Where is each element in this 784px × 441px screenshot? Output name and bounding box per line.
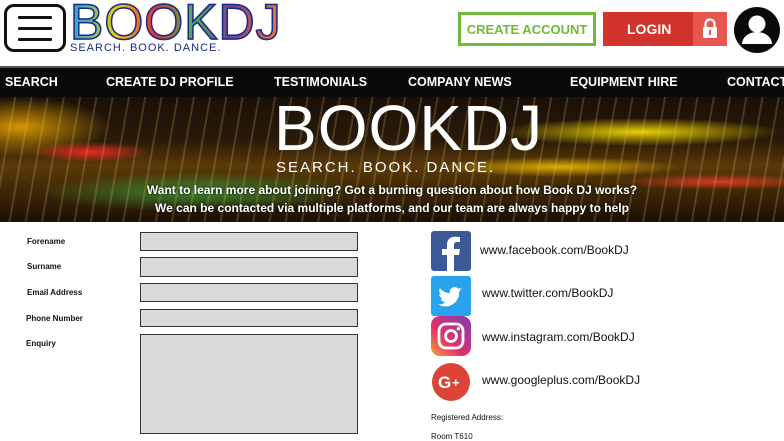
hero-logo: BOOKDJ SEARCH. BOOK. DANCE. <box>274 97 542 177</box>
create-account-label: CREATE ACCOUNT <box>466 21 588 37</box>
create-account-button[interactable]: CREATE ACCOUNT <box>458 12 596 46</box>
hero-line-2: We can be contacted via multiple platfor… <box>155 201 629 215</box>
hamburger-menu-button[interactable] <box>4 4 66 52</box>
enquiry-textarea[interactable] <box>140 334 358 434</box>
svg-text:G: G <box>438 373 451 392</box>
login-label: LOGIN <box>627 21 672 37</box>
site-logo[interactable]: BOOKDJ SEARCH. BOOK. DANCE. <box>69 0 281 56</box>
email-address-label: Email Address <box>27 288 83 297</box>
hero-banner: BOOKDJ SEARCH. BOOK. DANCE. Want to lear… <box>0 97 784 222</box>
enquiry-label: Enquiry <box>26 339 56 348</box>
address-line-1: Room T610 <box>431 432 473 441</box>
twitter-link[interactable]: www.twitter.com/BookDJ <box>482 286 613 300</box>
nav-item-company-news[interactable]: COMPANY NEWS <box>408 75 512 89</box>
hamburger-line <box>18 27 52 30</box>
nav-item-search[interactable]: SEARCH <box>5 75 58 89</box>
registered-address-heading: Registered Address: <box>431 413 504 422</box>
surname-field[interactable] <box>140 257 358 277</box>
phone-number-field[interactable] <box>140 309 358 327</box>
nav-item-equipment-hire[interactable]: EQUIPMENT HIRE <box>570 75 678 89</box>
hamburger-line <box>18 38 52 41</box>
phone-number-label: Phone Number <box>26 314 83 323</box>
twitter-icon[interactable] <box>431 276 471 316</box>
instagram-icon[interactable] <box>431 316 471 356</box>
top-bar: BOOKDJ SEARCH. BOOK. DANCE. CREATE ACCOU… <box>0 0 784 66</box>
googleplus-icon[interactable]: G + <box>431 362 471 402</box>
hamburger-line <box>18 16 52 19</box>
user-account-icon[interactable] <box>733 6 781 54</box>
nav-item-contact[interactable]: CONTACT <box>727 75 784 89</box>
main-navigation: SEARCH CREATE DJ PROFILE TESTIMONIALS CO… <box>0 66 784 97</box>
forename-label: Forename <box>27 237 66 246</box>
hero-message: Want to learn more about joining? Got a … <box>0 181 784 217</box>
email-address-field[interactable] <box>140 283 358 302</box>
login-button[interactable]: LOGIN <box>603 12 727 46</box>
facebook-icon[interactable] <box>431 231 471 271</box>
lock-icon <box>693 12 727 46</box>
facebook-link[interactable]: www.facebook.com/BookDJ <box>480 243 629 257</box>
googleplus-link[interactable]: www.googleplus.com/BookDJ <box>482 373 640 387</box>
logo-tagline: SEARCH. BOOK. DANCE. <box>70 42 222 54</box>
nav-item-create-dj-profile[interactable]: CREATE DJ PROFILE <box>106 75 234 89</box>
nav-item-testimonials[interactable]: TESTIMONIALS <box>274 75 367 89</box>
surname-label: Surname <box>27 262 62 271</box>
hero-logo-text: BOOKDJ <box>274 97 544 164</box>
hero-logo-tagline: SEARCH. BOOK. DANCE. <box>276 159 496 176</box>
hero-line-1: Want to learn more about joining? Got a … <box>146 183 638 197</box>
instagram-link[interactable]: www.instagram.com/BookDJ <box>482 330 635 344</box>
svg-text:+: + <box>452 375 460 390</box>
forename-field[interactable] <box>140 232 358 251</box>
